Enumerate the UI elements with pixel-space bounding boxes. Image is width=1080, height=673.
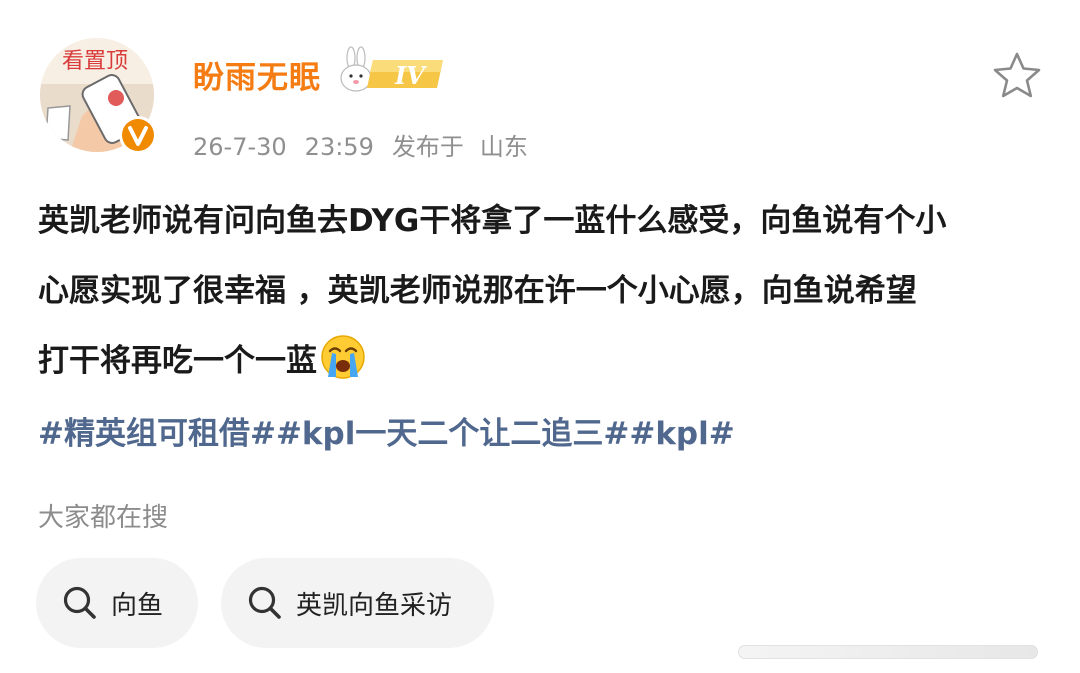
hashtag-3[interactable]: #kpl# (629, 416, 734, 452)
trending-search-heading: 大家都在搜 (38, 503, 169, 533)
avatar-sticker-text: 看置顶 (62, 49, 128, 74)
post-line-2: 心愿实现了很幸福 ，英凯老师说那在许一个小心愿，向鱼说希望 (38, 273, 917, 309)
search-icon (63, 586, 96, 619)
post-line-1: 英凯老师说有问向鱼去DYG干将拿了一蓝什么感受，向鱼说有个小 (38, 203, 947, 239)
verified-badge-icon (117, 114, 159, 156)
post-time: 23:59 (304, 133, 374, 161)
search-chip-label: 向鱼 (111, 590, 164, 621)
post-date: 26-7-30 (193, 133, 287, 161)
level-text: IV (394, 61, 427, 90)
crying-emoji-icon (319, 333, 367, 381)
hashtag-2[interactable]: #kpl一天二个让二追三# (276, 416, 629, 452)
search-icon (248, 586, 281, 619)
search-chip-1[interactable]: 向鱼 (36, 558, 198, 648)
horizontal-scrollbar[interactable] (738, 645, 1038, 659)
search-chip-label: 英凯向鱼采访 (296, 590, 453, 621)
hashtag-list: #精英组可租借##kpl一天二个让二追三##kpl# (38, 408, 735, 453)
username[interactable]: 盼雨无眠 (193, 52, 321, 97)
post-line-3-text: 打干将再吃一个一蓝 (38, 343, 317, 379)
post-text: 英凯老师说有问向鱼去DYG干将拿了一蓝什么感受，向鱼说有个小 心愿实现了很幸福 … (38, 186, 1048, 396)
user-level-badge: IV (337, 46, 447, 94)
post-meta: 26-7-30 23:59 发布于 山东 (193, 127, 528, 162)
post-line-3: 打干将再吃一个一蓝 (38, 326, 1048, 396)
posted-from-label: 发布于 (391, 133, 464, 161)
hashtag-1[interactable]: #精英组可租借# (38, 416, 276, 452)
favorite-star-icon[interactable] (990, 50, 1044, 102)
post-location: 山东 (479, 133, 528, 161)
search-chip-2[interactable]: 英凯向鱼采访 (221, 558, 494, 648)
